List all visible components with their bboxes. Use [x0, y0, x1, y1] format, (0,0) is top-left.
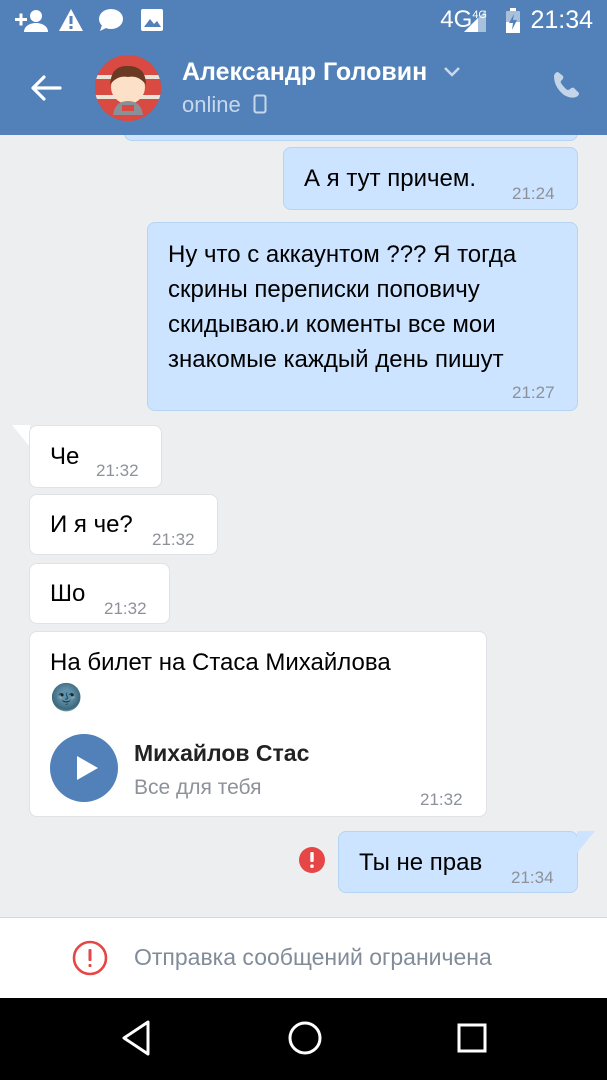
- message-text-line: знакомые каждый день пишут: [168, 346, 504, 373]
- message-text: На билет на Стаса Михайлова: [50, 649, 391, 676]
- back-arrow-icon[interactable]: [28, 70, 64, 106]
- audio-play-button[interactable]: [50, 734, 118, 802]
- image-icon: [141, 9, 163, 31]
- mobile-icon: [253, 94, 267, 114]
- messages-list[interactable]: А я тут причем. 21:24 Ну что с аккаунтом…: [0, 135, 607, 917]
- contact-name[interactable]: Александр Головин: [182, 58, 427, 87]
- message-restriction-bar: Отправка сообщений ограничена: [0, 917, 607, 999]
- battery-icon: [506, 8, 520, 33]
- message-time: 21:27: [512, 383, 555, 402]
- bubble-tail: [12, 425, 30, 447]
- audio-title: Михайлов Стас: [134, 740, 310, 766]
- message-bubble-partial: [124, 135, 578, 141]
- error-icon[interactable]: [298, 846, 326, 874]
- chat-header: Александр Головин online: [0, 40, 607, 135]
- nav-home-icon[interactable]: [285, 1018, 325, 1058]
- add-friend-icon: [15, 10, 48, 32]
- message-time: 21:34: [511, 868, 554, 887]
- clock: 21:34: [530, 6, 593, 34]
- message-time: 21:32: [96, 461, 139, 480]
- chat-icon: [99, 9, 123, 31]
- message-incoming[interactable]: Че 21:32: [29, 425, 162, 488]
- message-incoming[interactable]: Шо 21:32: [29, 563, 170, 624]
- avatar[interactable]: [95, 55, 161, 121]
- message-text-line: скрины переписки поповичу: [168, 276, 480, 303]
- message-text: Ты не прав: [359, 849, 483, 876]
- message-time: 21:32: [152, 530, 195, 549]
- new-moon-face-emoji: 🌚: [50, 682, 83, 712]
- restriction-warning-icon: [72, 940, 108, 976]
- message-text-line: Ну что с аккаунтом ??? Я тогда: [168, 241, 517, 268]
- phone-icon[interactable]: [551, 70, 581, 100]
- message-outgoing-failed[interactable]: Ты не прав 21:34: [338, 831, 578, 893]
- nav-back-icon[interactable]: [118, 1018, 154, 1058]
- message-text-line: скидываю.и коменты все мои: [168, 311, 496, 338]
- play-icon: [77, 756, 98, 780]
- restriction-text: Отправка сообщений ограничена: [134, 944, 492, 970]
- audio-subtitle: Все для тебя: [134, 776, 262, 799]
- message-time: 21:32: [420, 790, 463, 809]
- signal-icon: [464, 10, 486, 32]
- message-text: Шо: [50, 580, 86, 607]
- message-outgoing[interactable]: Ну что с аккаунтом ??? Я тогда скрины пе…: [147, 222, 578, 411]
- message-incoming[interactable]: И я че? 21:32: [29, 494, 218, 555]
- message-text: И я че?: [50, 511, 133, 538]
- chevron-down-icon[interactable]: [443, 66, 461, 78]
- message-time: 21:32: [104, 599, 147, 618]
- warning-icon: [59, 9, 83, 31]
- message-text: А я тут причем.: [304, 165, 477, 192]
- top-bar: 4G4G 21:34 Александр Головин online: [0, 0, 607, 135]
- message-time: 21:24: [512, 184, 555, 203]
- message-incoming-with-audio[interactable]: На билет на Стаса Михайлова 🌚 Михайлов С…: [29, 631, 487, 817]
- bubble-tail: [577, 831, 595, 853]
- message-outgoing[interactable]: А я тут причем. 21:24: [283, 147, 578, 210]
- message-text: Че: [50, 443, 80, 470]
- android-nav-bar: [0, 998, 607, 1080]
- contact-status: online: [182, 92, 267, 118]
- status-bar: 4G4G 21:34: [0, 0, 607, 40]
- nav-recents-icon[interactable]: [455, 1018, 489, 1058]
